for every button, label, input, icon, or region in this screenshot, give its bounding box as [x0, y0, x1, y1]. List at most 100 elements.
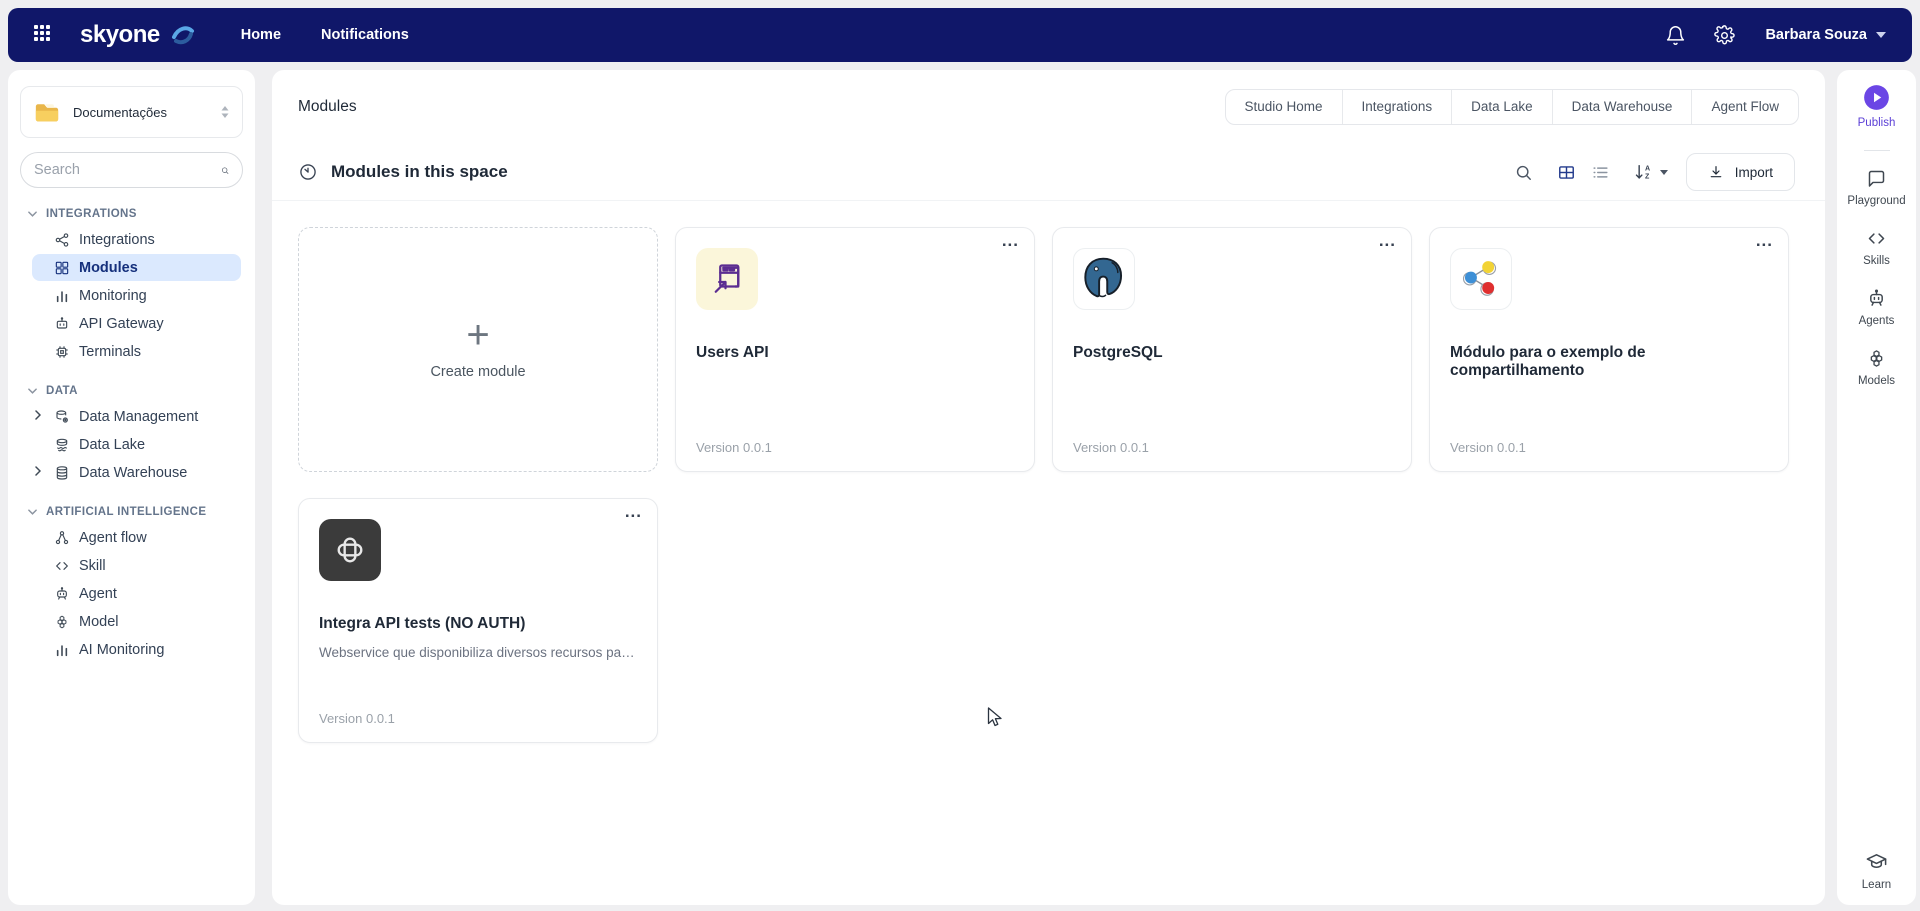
- page-title: Modules: [298, 98, 357, 116]
- folder-icon: [33, 100, 61, 124]
- robot-icon: [54, 586, 70, 602]
- chevron-down-icon: [1876, 32, 1886, 38]
- card-version: Version 0.0.1: [1073, 440, 1149, 455]
- section-title: Modules in this space: [331, 162, 508, 182]
- tab-integrations[interactable]: Integrations: [1342, 90, 1452, 124]
- sidebar-item-skill[interactable]: Skill: [32, 552, 241, 579]
- search-icon[interactable]: [1514, 163, 1533, 182]
- chat-bubble-icon: [1866, 168, 1887, 189]
- chevron-down-icon: [28, 211, 37, 217]
- tab-agent-flow[interactable]: Agent Flow: [1691, 90, 1798, 124]
- bell-icon[interactable]: [1665, 25, 1686, 46]
- card-version: Version 0.0.1: [696, 440, 772, 455]
- sidebar-item-api-gateway[interactable]: API Gateway: [32, 310, 241, 337]
- clock-icon: [298, 162, 318, 182]
- chevron-right-icon: [35, 410, 41, 420]
- sidebar-search: [20, 152, 243, 188]
- sidebar-item-agent-flow[interactable]: Agent flow: [32, 524, 241, 551]
- module-card-users-api[interactable]: ... Users API Version 0.0.1: [675, 227, 1035, 472]
- rail-item-publish[interactable]: Publish: [1858, 84, 1896, 129]
- sort-az-icon[interactable]: AZ: [1634, 162, 1668, 182]
- knot-icon: [319, 519, 381, 581]
- integrations-icon: [54, 232, 70, 248]
- workspace-label: Documentações: [73, 105, 208, 120]
- model-icon: [54, 614, 70, 630]
- card-title: Integra API tests (NO AUTH): [319, 615, 637, 633]
- brand-text: skyone: [80, 21, 160, 49]
- modules-toolbar: AZ Import: [1514, 153, 1795, 191]
- gear-icon[interactable]: [1714, 25, 1735, 46]
- card-menu-icon[interactable]: ...: [1379, 234, 1396, 248]
- svg-text:Z: Z: [1645, 173, 1650, 181]
- rail-item-skills[interactable]: Skills: [1863, 228, 1890, 267]
- module-card-postgresql[interactable]: ... PostgreSQL Version 0.0.1: [1052, 227, 1412, 472]
- tab-data-lake[interactable]: Data Lake: [1451, 90, 1552, 124]
- card-menu-icon[interactable]: ...: [1756, 234, 1773, 248]
- code-icon: [54, 558, 70, 574]
- sidebar-item-data-warehouse[interactable]: Data Warehouse: [32, 459, 241, 486]
- create-module-card[interactable]: + Create module: [298, 227, 658, 472]
- nav-link-home[interactable]: Home: [241, 27, 281, 43]
- search-input[interactable]: [34, 162, 221, 178]
- sort-caret-icon: [220, 105, 230, 119]
- import-button[interactable]: Import: [1686, 153, 1795, 191]
- sidebar-item-agent[interactable]: Agent: [32, 580, 241, 607]
- sidebar-item-integrations[interactable]: Integrations: [32, 226, 241, 253]
- chevron-down-icon: [28, 388, 37, 394]
- grid-view-icon[interactable]: [1557, 163, 1576, 182]
- card-menu-icon[interactable]: ...: [625, 505, 642, 519]
- section-header-data[interactable]: DATA: [20, 385, 243, 397]
- workspace-selector[interactable]: Documentações: [20, 86, 243, 138]
- sidebar-item-terminals[interactable]: Terminals: [32, 338, 241, 365]
- model-icon: [1866, 348, 1887, 369]
- modules-icon: [54, 260, 70, 276]
- module-card-integra-api-tests[interactable]: ... Integra API tests (NO AUTH) Webservi…: [298, 498, 658, 743]
- sidebar-item-monitoring[interactable]: Monitoring: [32, 282, 241, 309]
- skyone-logo[interactable]: skyone: [80, 21, 197, 49]
- card-description: Webservice que disponibiliza diversos re…: [319, 645, 637, 660]
- share-nodes-icon: [1450, 248, 1512, 310]
- robot-icon: [1866, 288, 1887, 309]
- list-view-icon[interactable]: [1591, 163, 1610, 182]
- chevron-down-icon: [1660, 170, 1668, 175]
- import-icon: [1708, 164, 1724, 180]
- tab-studio-home[interactable]: Studio Home: [1226, 90, 1342, 124]
- card-version: Version 0.0.1: [1450, 440, 1526, 455]
- card-title: PostgreSQL: [1073, 344, 1391, 362]
- plus-icon: +: [466, 320, 489, 350]
- monitoring-icon: [54, 288, 70, 304]
- divider: [272, 200, 1825, 201]
- section-header-artificial-intelligence[interactable]: ARTIFICIAL INTELLIGENCE: [20, 506, 243, 518]
- play-circle-icon: [1863, 84, 1890, 111]
- module-card-compartilhamento[interactable]: ... Módulo para o exemplo de compartilha…: [1429, 227, 1789, 472]
- sidebar-item-modules[interactable]: Modules: [32, 254, 241, 281]
- sidebar-item-data-lake[interactable]: Data Lake: [32, 431, 241, 458]
- monitoring-icon: [54, 642, 70, 658]
- graduation-cap-icon: [1865, 850, 1888, 873]
- browser-export-icon: [696, 248, 758, 310]
- rail-item-models[interactable]: Models: [1858, 348, 1895, 387]
- nav-link-notifications[interactable]: Notifications: [321, 27, 409, 43]
- card-title: Users API: [696, 344, 1014, 362]
- sidebar-item-model[interactable]: Model: [32, 608, 241, 635]
- apps-grid-icon[interactable]: [34, 25, 54, 45]
- card-menu-icon[interactable]: ...: [1002, 234, 1019, 248]
- main-panel: Modules Studio Home Integrations Data La…: [272, 70, 1825, 905]
- skyone-swoosh-icon: [167, 23, 197, 47]
- data-management-icon: [54, 409, 70, 425]
- section-header-integrations[interactable]: INTEGRATIONS: [20, 208, 243, 220]
- postgresql-elephant-icon: [1073, 248, 1135, 310]
- left-sidebar: Documentações INTEGRATIONS Integrations …: [8, 70, 255, 905]
- sidebar-item-ai-monitoring[interactable]: AI Monitoring: [32, 636, 241, 663]
- card-version: Version 0.0.1: [319, 711, 395, 726]
- context-tabs: Studio Home Integrations Data Lake Data …: [1225, 89, 1800, 125]
- data-warehouse-icon: [54, 465, 70, 481]
- tab-data-warehouse[interactable]: Data Warehouse: [1552, 90, 1692, 124]
- rail-item-playground[interactable]: Playground: [1847, 168, 1905, 207]
- sidebar-item-data-management[interactable]: Data Management: [32, 403, 241, 430]
- user-menu[interactable]: Barbara Souza: [1765, 27, 1886, 43]
- api-gateway-icon: [54, 316, 70, 332]
- rail-item-learn[interactable]: Learn: [1862, 850, 1891, 891]
- right-rail: Publish Playground Skills Agents Models …: [1837, 70, 1916, 905]
- rail-item-agents[interactable]: Agents: [1859, 288, 1895, 327]
